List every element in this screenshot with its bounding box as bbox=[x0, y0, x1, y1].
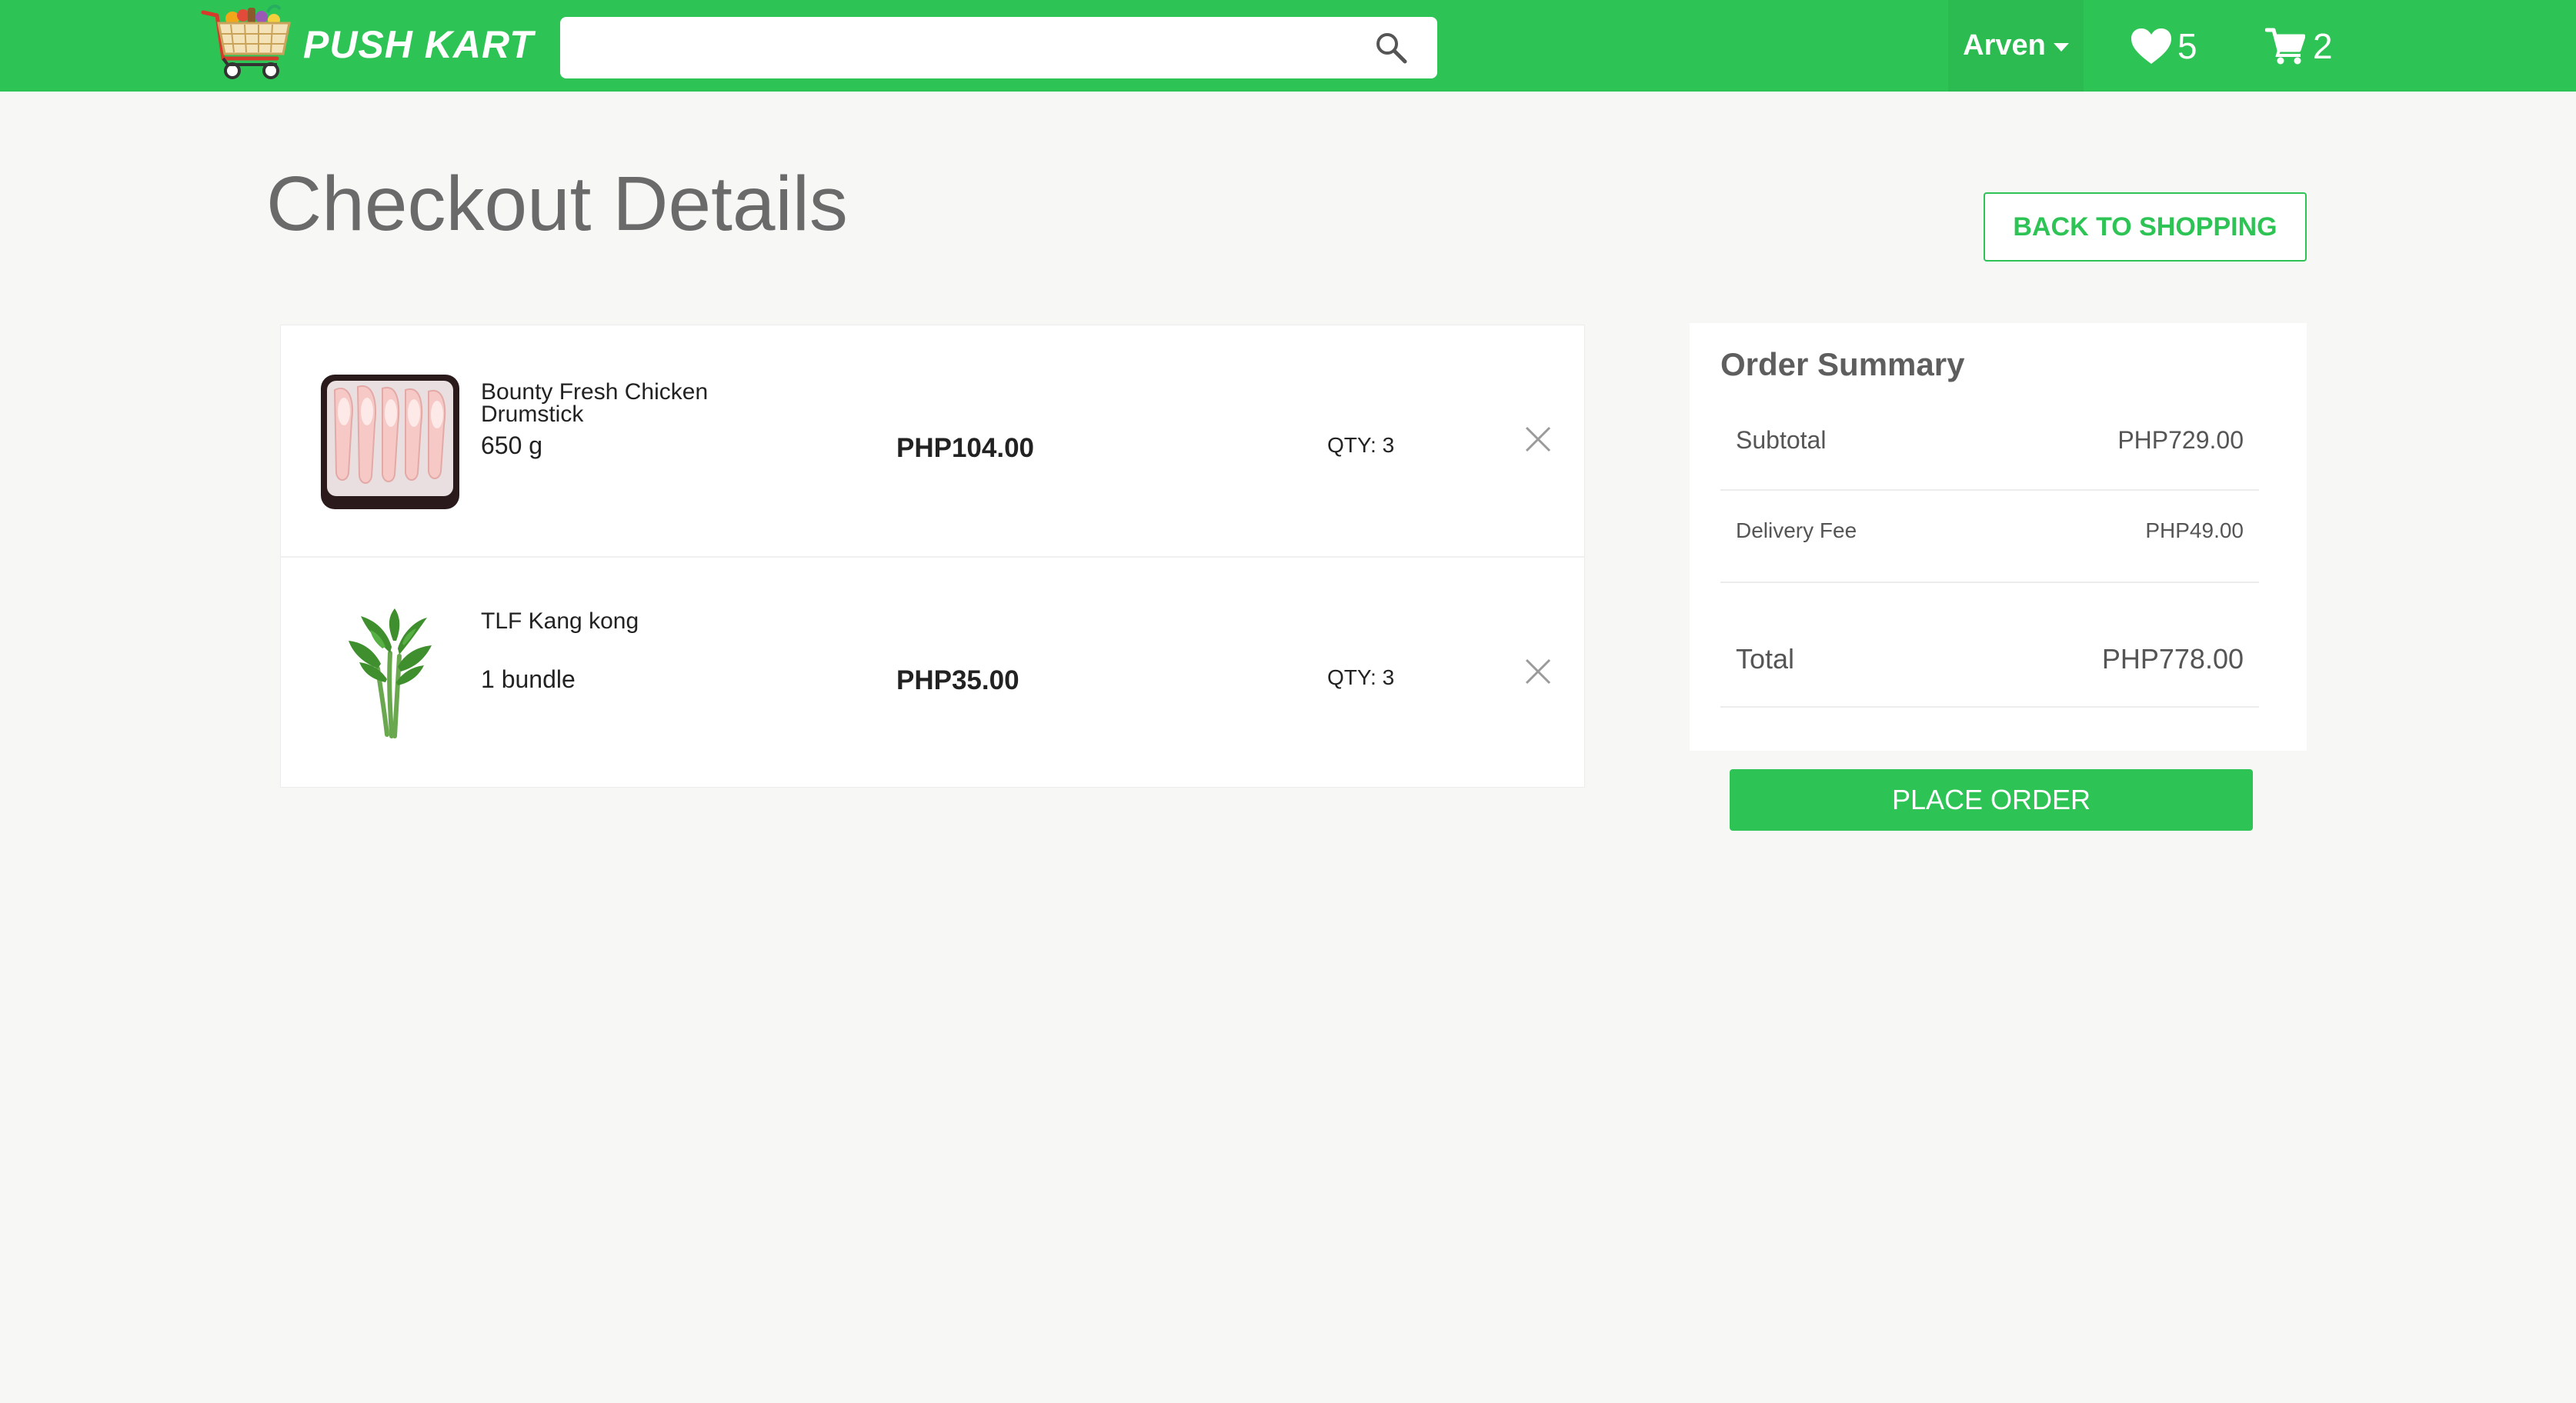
cart-count: 2 bbox=[2313, 26, 2333, 66]
subtotal-value: PHP729.00 bbox=[2117, 426, 2244, 454]
close-icon bbox=[1525, 426, 1551, 452]
remove-item-button[interactable] bbox=[1523, 656, 1553, 687]
item-price: PHP104.00 bbox=[896, 433, 1035, 463]
cart-item-row: Bounty Fresh Chicken Drumstick 650 g PHP… bbox=[281, 325, 1584, 556]
cart-items-list: Bounty Fresh Chicken Drumstick 650 g PHP… bbox=[280, 325, 1585, 788]
wishlist-button[interactable]: 5 bbox=[2130, 15, 2197, 77]
brand-name: PUSH KART bbox=[303, 23, 534, 66]
search-icon[interactable] bbox=[1360, 17, 1422, 78]
page-title: Checkout Details bbox=[266, 161, 848, 247]
close-icon bbox=[1525, 658, 1551, 685]
cart-button[interactable]: 2 bbox=[2265, 15, 2333, 77]
cart-item-row: TLF Kang kong 1 bundle PHP35.00 QTY: 3 bbox=[281, 556, 1584, 787]
brand-logo[interactable]: PUSH KART bbox=[197, 5, 534, 85]
item-name: TLF Kang kong bbox=[481, 608, 639, 634]
order-summary-title: Order Summary bbox=[1720, 346, 1965, 382]
total-label: Total bbox=[1736, 643, 1795, 675]
item-size: 650 g bbox=[481, 432, 543, 459]
search-input[interactable] bbox=[560, 17, 1360, 78]
chicken-drumstick-image bbox=[321, 375, 459, 509]
cart-icon bbox=[2265, 28, 2305, 65]
wishlist-count: 5 bbox=[2177, 26, 2197, 66]
item-price: PHP35.00 bbox=[896, 665, 1019, 695]
shopping-cart-logo-icon bbox=[201, 5, 291, 79]
top-navbar: PUSH KART Arven 5 2 bbox=[0, 0, 2576, 92]
user-name: Arven bbox=[1963, 29, 2046, 62]
heart-icon bbox=[2131, 28, 2171, 64]
delivery-fee-label: Delivery Fee bbox=[1736, 518, 1857, 542]
delivery-fee-value: PHP49.00 bbox=[2145, 518, 2244, 542]
back-to-shopping-button[interactable]: BACK TO SHOPPING bbox=[1984, 192, 2307, 262]
item-name: Bounty Fresh Chicken Drumstick bbox=[481, 379, 709, 427]
summary-divider bbox=[1720, 489, 2259, 491]
total-value: PHP778.00 bbox=[2101, 643, 2244, 675]
summary-divider bbox=[1720, 582, 2259, 583]
summary-divider bbox=[1720, 706, 2259, 708]
remove-item-button[interactable] bbox=[1523, 424, 1553, 455]
place-order-button[interactable]: PLACE ORDER bbox=[1730, 769, 2253, 831]
kang-kong-image bbox=[321, 607, 459, 741]
item-quantity: QTY: 3 bbox=[1327, 665, 1395, 689]
item-quantity: QTY: 3 bbox=[1327, 433, 1395, 457]
search-bar bbox=[560, 17, 1437, 78]
user-menu-dropdown[interactable]: Arven bbox=[1948, 0, 2084, 92]
item-size: 1 bundle bbox=[481, 665, 576, 693]
subtotal-label: Subtotal bbox=[1736, 426, 1827, 454]
order-summary-card: Order Summary Subtotal PHP729.00 Deliver… bbox=[1690, 323, 2307, 751]
chevron-down-icon bbox=[2053, 43, 2069, 52]
